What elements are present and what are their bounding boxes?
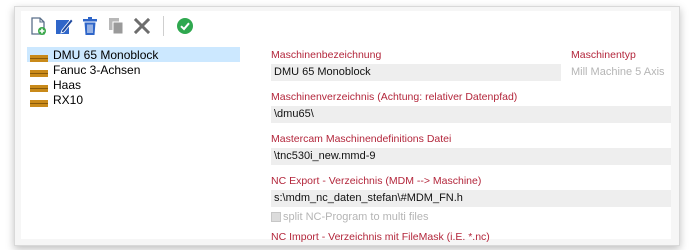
- split-nc-label: split NC-Program to multi files: [283, 211, 429, 223]
- machine-tree: DMU 65 Monoblock Fanuc 3-Achsen Haas RX1…: [27, 47, 262, 235]
- machine-dir-label: Maschinenverzeichnis (Achtung: relativer…: [271, 91, 518, 103]
- tree-item-label: Fanuc 3-Achsen: [53, 62, 141, 77]
- machine-config-window: DMU 65 Monoblock Fanuc 3-Achsen Haas RX1…: [14, 6, 680, 246]
- tree-item[interactable]: Fanuc 3-Achsen: [27, 62, 262, 77]
- nc-import-label: NC Import - Verzeichnis mit FileMask (i.…: [271, 231, 490, 243]
- tree-item-label: RX10: [53, 92, 84, 107]
- machine-details-form: Maschinenbezeichnung DMU 65 Monoblock Ma…: [271, 49, 671, 243]
- new-file-icon[interactable]: [27, 15, 49, 37]
- edit-icon[interactable]: [53, 15, 75, 37]
- tree-item-label: Haas: [53, 77, 82, 92]
- toolbar: [21, 11, 677, 41]
- machine-name-label: Maschinenbezeichnung: [271, 49, 382, 61]
- tree-item[interactable]: RX10: [27, 92, 262, 107]
- mastercam-def-field[interactable]: \tnc530i_new.mmd-9: [271, 148, 671, 165]
- mastercam-def-label: Mastercam Maschinendefinitions Datei: [271, 133, 452, 145]
- machine-dir-field[interactable]: \dmu65\: [271, 106, 671, 123]
- nc-export-field[interactable]: s:\mdm_nc_daten_stefan\#MDM_FN.h: [271, 190, 671, 207]
- checkbox-box[interactable]: [271, 212, 281, 222]
- machine-name-field[interactable]: DMU 65 Monoblock: [271, 64, 561, 81]
- split-nc-checkbox[interactable]: split NC-Program to multi files: [271, 211, 428, 223]
- tree-item-label: DMU 65 Monoblock: [53, 47, 159, 62]
- machine-icon: [30, 81, 48, 92]
- close-icon[interactable]: [131, 15, 153, 37]
- machine-type-label: Maschinentyp: [571, 49, 636, 61]
- delete-icon[interactable]: [79, 15, 101, 37]
- machine-type-field: Mill Machine 5 Axis: [571, 66, 665, 78]
- tree-item[interactable]: Haas: [27, 77, 262, 92]
- window-content: DMU 65 Monoblock Fanuc 3-Achsen Haas RX1…: [21, 11, 671, 243]
- tree-item[interactable]: DMU 65 Monoblock: [27, 47, 240, 62]
- confirm-icon[interactable]: [174, 15, 196, 37]
- machine-icon: [30, 51, 48, 62]
- machine-icon: [30, 96, 48, 107]
- nc-export-label: NC Export - Verzeichnis (MDM --> Maschin…: [271, 175, 482, 187]
- toolbar-separator: [163, 16, 164, 36]
- machine-icon: [30, 66, 48, 77]
- copy-icon[interactable]: [105, 15, 127, 37]
